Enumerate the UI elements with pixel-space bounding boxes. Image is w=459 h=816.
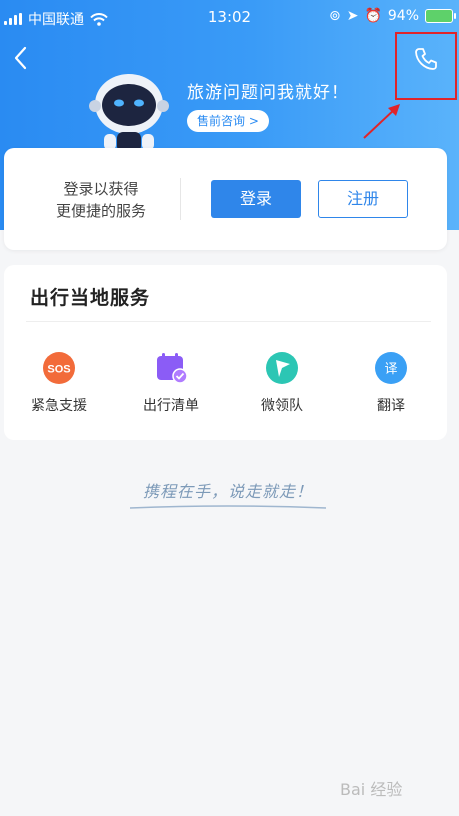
back-button[interactable] bbox=[10, 44, 32, 72]
login-prompt-line1: 登录以获得 bbox=[63, 180, 139, 198]
slogan-text: 携程在手，说走就走！ bbox=[142, 482, 313, 501]
service-label: 翻译 bbox=[377, 398, 405, 414]
local-services-card: 出行当地服务 SOS 紧急支援 出行清单 微领队 译 翻译 bbox=[4, 265, 447, 440]
chevron-left-icon bbox=[14, 46, 27, 70]
slogan-underline bbox=[129, 505, 327, 509]
slogan: 携程在手，说走就走！ bbox=[128, 478, 328, 518]
service-label: 紧急支援 bbox=[31, 398, 87, 414]
svg-text:译: 译 bbox=[384, 362, 397, 377]
robot-mascot bbox=[84, 68, 174, 152]
service-label: 微领队 bbox=[261, 398, 303, 414]
login-button[interactable]: 登录 bbox=[211, 180, 301, 218]
battery-percent: 94% bbox=[387, 8, 419, 24]
phone-icon bbox=[415, 48, 437, 70]
sos-icon: SOS bbox=[42, 351, 76, 385]
watermark: Bai 经验 bbox=[340, 780, 403, 799]
service-label: 出行清单 bbox=[143, 398, 199, 414]
login-prompt-line2: 更便捷的服务 bbox=[55, 202, 146, 220]
phone-button[interactable] bbox=[395, 32, 457, 100]
service-checklist[interactable]: 出行清单 bbox=[126, 351, 216, 415]
svg-text:SOS: SOS bbox=[47, 364, 70, 376]
divider bbox=[26, 321, 431, 322]
register-button[interactable]: 注册 bbox=[318, 180, 408, 218]
battery-icon bbox=[425, 9, 456, 23]
rotation-lock-icon: ⊚ bbox=[328, 8, 341, 24]
alarm-icon: ⏰ bbox=[364, 8, 382, 24]
section-title: 出行当地服务 bbox=[30, 287, 151, 309]
flag-icon bbox=[265, 351, 299, 385]
login-prompt: 登录以获得 更便捷的服务 bbox=[26, 178, 176, 222]
pre-sale-consult-button[interactable]: 售前咨询 > bbox=[187, 110, 269, 132]
service-mini-guide[interactable]: 微领队 bbox=[237, 351, 327, 415]
status-bar: 中国联通 13:02 ⊚ ➤ ⏰ 94% bbox=[0, 0, 459, 36]
hero-title: 旅游问题问我就好！ bbox=[187, 83, 349, 103]
service-emergency[interactable]: SOS 紧急支援 bbox=[14, 351, 104, 415]
annotation-arrow bbox=[363, 104, 400, 139]
divider bbox=[180, 178, 181, 220]
service-translate[interactable]: 译 翻译 bbox=[346, 351, 436, 415]
login-card: 登录以获得 更便捷的服务 登录 注册 bbox=[4, 148, 447, 250]
checklist-icon bbox=[154, 351, 188, 385]
translate-icon: 译 bbox=[374, 351, 408, 385]
location-icon: ➤ bbox=[346, 8, 359, 24]
